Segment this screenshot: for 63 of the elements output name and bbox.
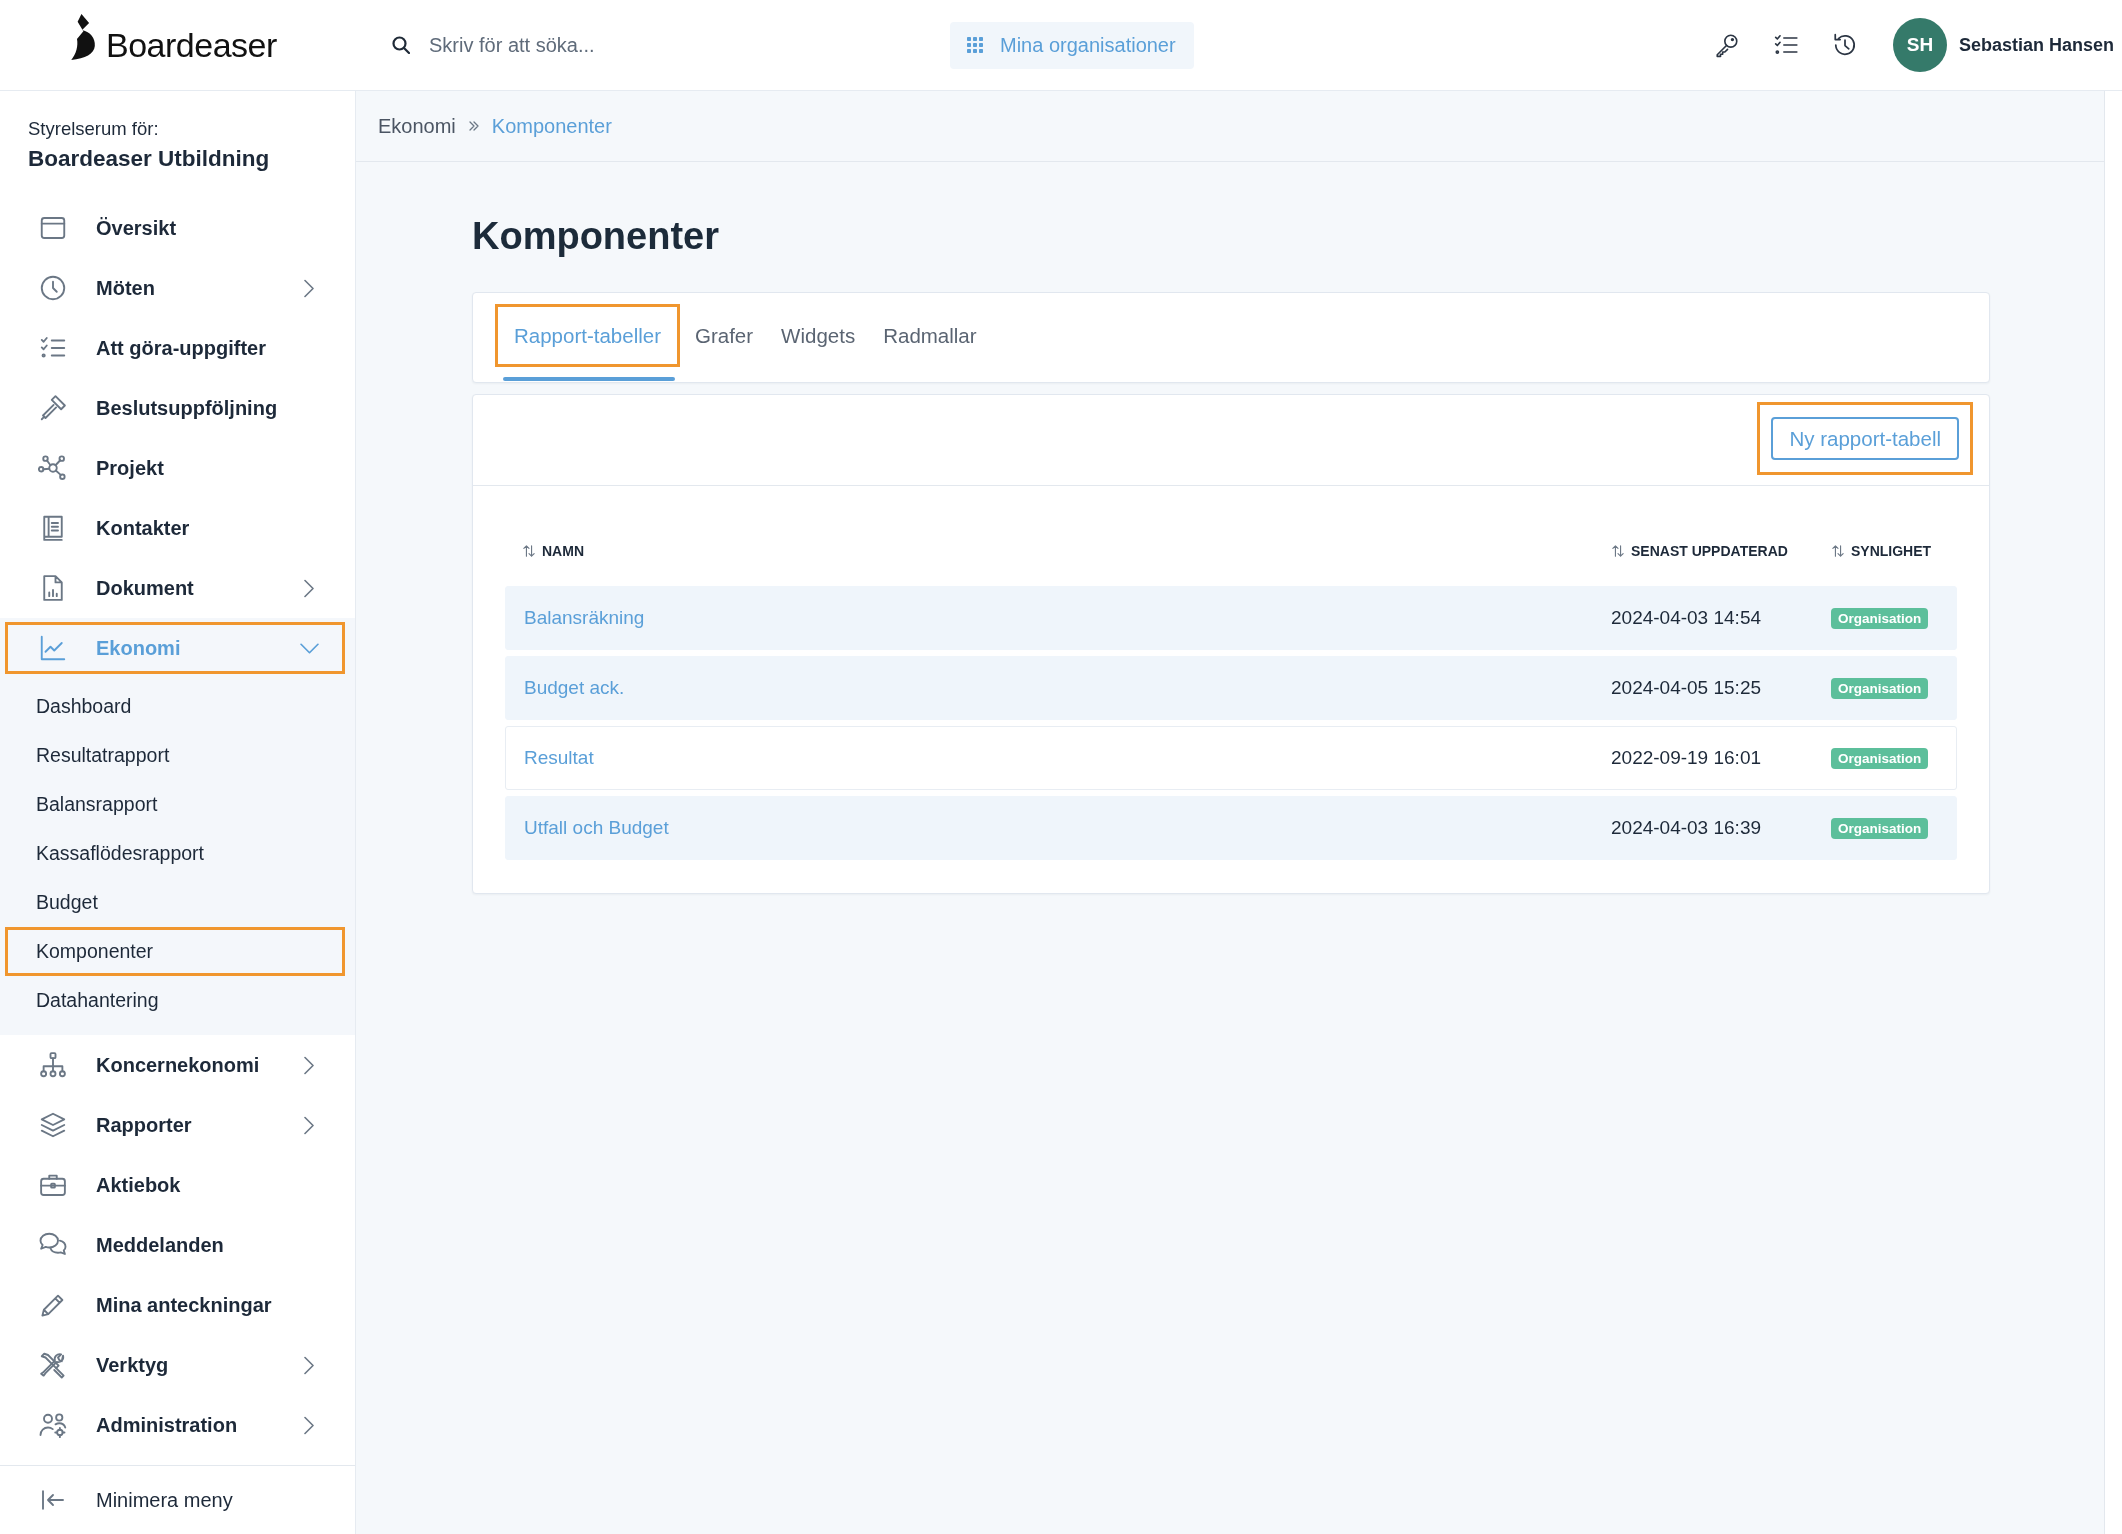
page-title: Komponenter [472, 214, 720, 259]
nav-item[interactable]: Verktyg [5, 1339, 345, 1391]
breadcrumb-item[interactable]: Ekonomi [378, 114, 456, 138]
updated-cell: 2024-04-03 16:39 [1611, 817, 1761, 839]
visibility-badge: Organisation [1831, 607, 1929, 629]
nav-item[interactable]: Översikt [5, 202, 345, 254]
logo-text[interactable]: Boardeaser [106, 25, 277, 65]
user-name[interactable]: Sebastian Hansen [1958, 34, 2114, 56]
visibility-badge: Organisation [1831, 817, 1929, 839]
nav-item[interactable]: Koncernekonomi [5, 1039, 345, 1091]
submenu-item[interactable]: Dashboard [5, 682, 345, 731]
tab[interactable]: Widgets [768, 304, 869, 381]
nav-item[interactable]: Meddelanden [5, 1219, 345, 1271]
submenu-item[interactable]: Resultatrapport [5, 731, 345, 780]
sidebar-caption: Styrelserum för: [28, 118, 160, 140]
submenu-item[interactable]: Kassaflödesrapport [5, 829, 345, 878]
tools-icon [38, 1350, 68, 1380]
submenu-item[interactable]: Komponenter [5, 927, 345, 976]
table-row[interactable]: Utfall och Budget 2024-04-03 16:39 Organisation [505, 796, 1957, 860]
line-chart-icon [38, 633, 68, 663]
layers-icon [38, 1110, 68, 1140]
nav-item[interactable]: Mina anteckningar [5, 1279, 345, 1331]
key-icon[interactable] [1713, 32, 1740, 58]
tab[interactable]: Radmallar [870, 304, 990, 381]
updated-cell: 2024-04-03 14:54 [1611, 607, 1761, 629]
column-header[interactable]: NAMN [523, 543, 1612, 559]
nav-item[interactable]: Kontakter [5, 502, 345, 554]
submenu-item[interactable]: Datahantering [5, 976, 345, 1025]
visibility-badge: Organisation [1831, 677, 1929, 699]
nodes-icon [38, 453, 68, 483]
column-header[interactable]: SENAST UPPDATERAD [1612, 543, 1832, 559]
table-row[interactable]: Balansräkning 2024-04-03 14:54 Organisation [505, 586, 1957, 650]
double-chevron-icon [468, 121, 479, 131]
updated-cell: 2024-04-05 15:25 [1611, 677, 1761, 699]
submenu-item[interactable]: Budget [5, 878, 345, 927]
users-gear-icon [38, 1410, 68, 1440]
updated-cell: 2022-09-19 16:01 [1611, 747, 1761, 769]
visibility-badge: Organisation [1831, 747, 1929, 769]
nav-item[interactable]: Möten [5, 262, 345, 314]
gavel-icon [38, 393, 68, 423]
nav-item[interactable]: Att göra-uppgifter [5, 322, 345, 374]
nav-item[interactable]: Rapporter [5, 1099, 345, 1151]
table-row[interactable]: Budget ack. 2024-04-05 15:25 Organisation [505, 656, 1957, 720]
nav-item[interactable]: Beslutsuppföljning [5, 382, 345, 434]
tab[interactable]: Grafer [682, 304, 767, 381]
collapse-menu-button[interactable]: Minimera meny [5, 1474, 345, 1526]
table-row[interactable]: Resultat 2022-09-19 16:01 Organisation [505, 726, 1957, 790]
avatar[interactable]: SH [1892, 18, 1947, 72]
search-field[interactable]: Skriv för att söka... [429, 29, 849, 61]
nav-item[interactable]: Dokument [5, 562, 345, 614]
logo-icon [70, 14, 98, 60]
organization-name: Boardeaser Utbildning [28, 145, 271, 173]
submenu-item[interactable]: Balansrapport [5, 780, 345, 829]
history-icon[interactable] [1831, 32, 1858, 58]
clock-icon [38, 273, 68, 303]
search-icon [392, 36, 410, 54]
breadcrumb-item: Komponenter [491, 114, 612, 138]
column-header[interactable]: SYNLIGHET [1832, 543, 1942, 559]
nav-item[interactable]: Aktiebok [5, 1159, 345, 1211]
grid-icon [967, 37, 983, 53]
nav-item[interactable]: Administration [5, 1399, 345, 1451]
hierarchy-icon [38, 1050, 68, 1080]
nav-item[interactable]: Projekt [5, 442, 345, 494]
